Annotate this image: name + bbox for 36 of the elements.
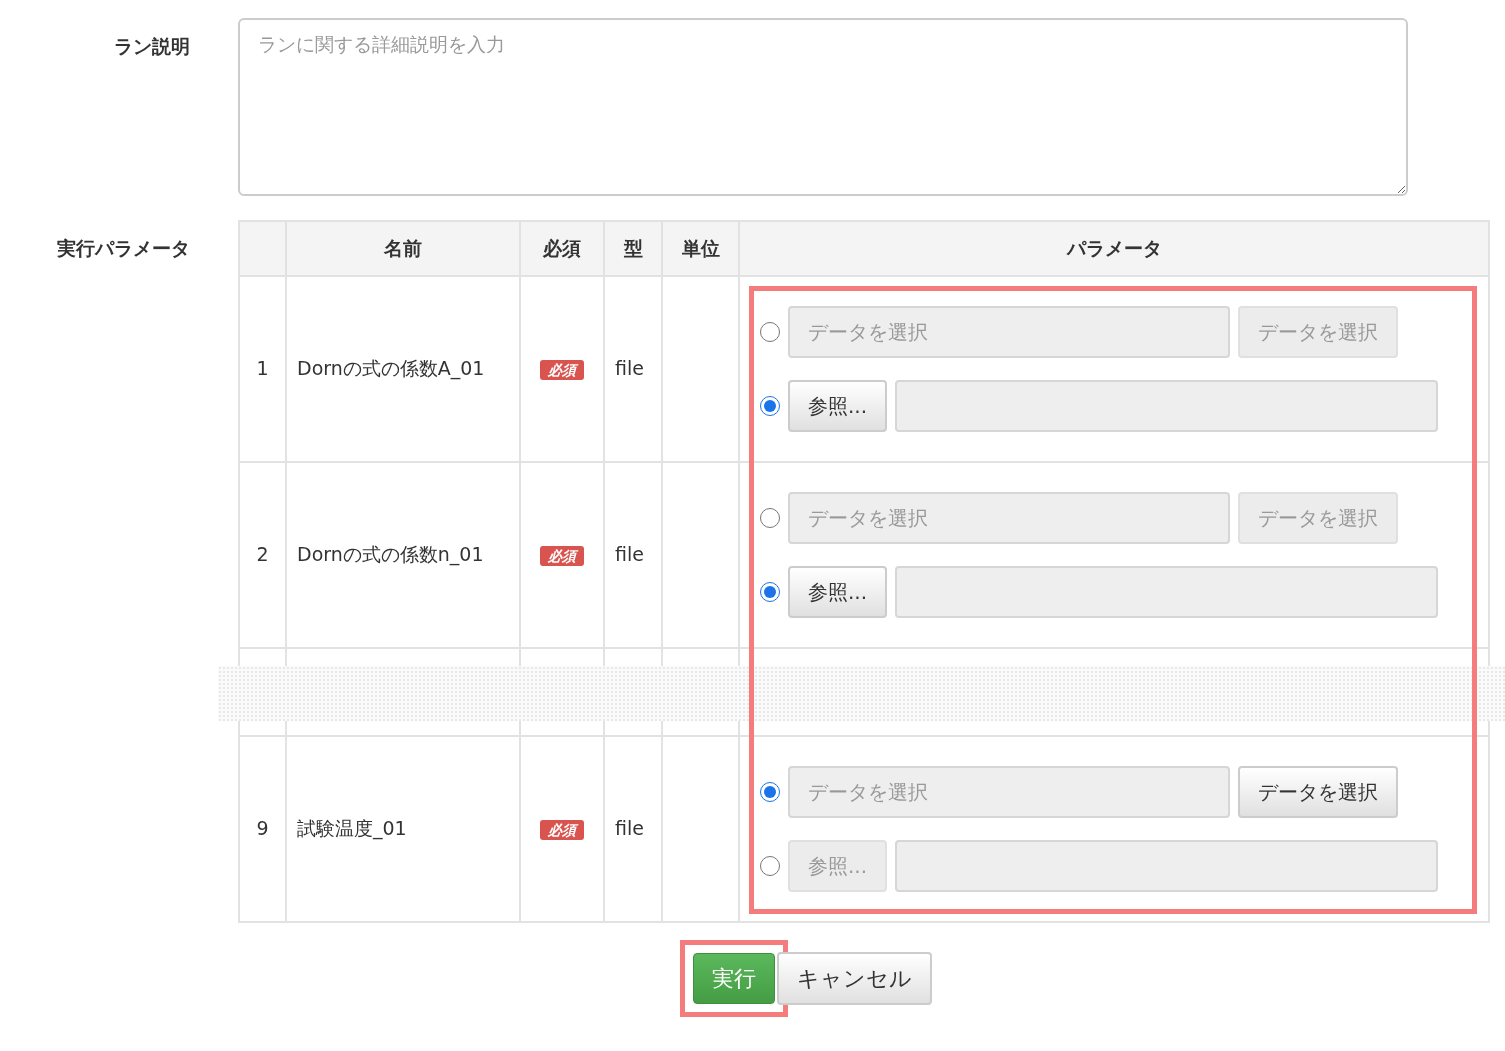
row-number: 2 <box>239 461 286 648</box>
field-label: 実行パラメータ <box>56 235 191 261</box>
cancel-button[interactable]: キャンセル <box>777 951 932 1005</box>
radio-button[interactable] <box>760 855 780 876</box>
column-header: 必須 <box>520 220 604 276</box>
radio-button[interactable] <box>760 581 780 602</box>
browse-button[interactable]: 参照... <box>788 565 888 618</box>
file-field[interactable] <box>895 839 1439 892</box>
row-number: 9 <box>239 735 286 922</box>
field-label: ラン説明 <box>113 34 191 59</box>
data-field[interactable]: データを選択 <box>788 765 1230 818</box>
type-cell: file <box>604 275 662 462</box>
parameter-name: Dornの式の係数n_01 <box>286 461 520 648</box>
data-field[interactable]: データを選択 <box>788 305 1230 358</box>
column-header: 単位 <box>662 220 739 276</box>
column-header: 型 <box>604 220 662 276</box>
browse-button[interactable]: 参照... <box>788 379 888 432</box>
description-field[interactable]: ランに関する詳細説明を入力 <box>238 18 1408 196</box>
select-data-button[interactable]: データを選択 <box>1238 765 1398 818</box>
required-tag: 必須 <box>540 360 584 381</box>
row-number: 1 <box>239 275 286 462</box>
radio-button[interactable] <box>760 781 780 802</box>
required-tag: 必須 <box>540 820 584 841</box>
file-field[interactable] <box>895 565 1439 618</box>
data-field[interactable]: データを選択 <box>788 491 1230 544</box>
file-field[interactable] <box>895 379 1439 432</box>
column-header: パラメータ <box>739 220 1489 276</box>
radio-button[interactable] <box>760 321 780 342</box>
type-cell: file <box>604 735 662 922</box>
type-cell: file <box>604 461 662 648</box>
required-tag: 必須 <box>540 546 584 567</box>
parameter-name: 試験温度_01 <box>286 735 520 922</box>
column-header: 名前 <box>286 220 520 276</box>
radio-button[interactable] <box>760 395 780 416</box>
radio-button[interactable] <box>760 507 780 528</box>
parameter-name: Dornの式の係数A_01 <box>286 275 520 462</box>
